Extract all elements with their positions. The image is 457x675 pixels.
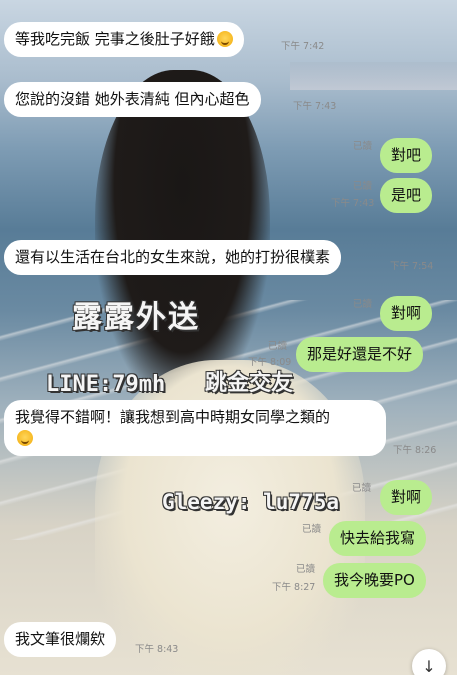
message-text: 那是好還是不好	[307, 345, 413, 363]
message-text: 等我吃完飯 完事之後肚子好餓	[15, 30, 215, 48]
message-bubble-incoming[interactable]: 我覺得不錯啊！讓我想到高中時期女同學之類的	[4, 400, 386, 456]
message-bubble-outgoing[interactable]: 對啊	[380, 296, 433, 331]
read-receipt: 已讀	[268, 341, 288, 352]
message-text: 我今晚要PO	[334, 571, 415, 589]
message-text: 對啊	[391, 304, 422, 322]
message-text: 我文筆很爛欸	[15, 630, 106, 648]
message-time: 下午 7:54	[390, 261, 434, 272]
message-bubble-incoming[interactable]: 還有以生活在台北的女生來說，她的打扮很樸素	[4, 240, 342, 275]
city-skyline	[290, 62, 457, 90]
message-time: 下午 7:43	[331, 198, 375, 209]
message-text: 是吧	[391, 186, 422, 204]
background-figure-hair	[95, 70, 270, 400]
message-bubble-outgoing[interactable]: 快去給我寫	[329, 521, 427, 556]
message-text: 對吧	[391, 146, 422, 164]
rofl-emoji-icon	[17, 430, 33, 446]
message-time: 下午 8:43	[135, 644, 179, 655]
read-receipt: 已讀	[352, 483, 372, 494]
message-time: 下午 8:27	[272, 582, 316, 593]
read-receipt: 已讀	[302, 524, 322, 535]
message-time: 下午 7:43	[293, 101, 337, 112]
message-text: 我覺得不錯啊！讓我想到高中時期女同學之類的	[15, 408, 331, 426]
message-bubble-outgoing[interactable]: 是吧	[380, 178, 433, 213]
message-time: 下午 7:42	[281, 41, 325, 52]
message-bubble-incoming[interactable]: 您說的沒錯 她外表清純 但內心超色	[4, 82, 261, 117]
message-time: 下午 8:09	[248, 357, 292, 368]
message-bubble-outgoing[interactable]: 對啊	[380, 480, 433, 515]
message-bubble-outgoing[interactable]: 我今晚要PO	[323, 563, 426, 598]
read-receipt: 已讀	[353, 181, 373, 192]
read-receipt: 已讀	[353, 299, 373, 310]
watermark-other: 跳金交友	[205, 371, 294, 396]
watermark-line: LINE:79mh	[46, 372, 166, 397]
watermark-brand: 露露外送	[72, 300, 200, 335]
message-bubble-incoming[interactable]: 我文筆很爛欸	[4, 622, 117, 657]
read-receipt: 已讀	[296, 564, 316, 575]
message-text: 對啊	[391, 488, 422, 506]
message-bubble-incoming[interactable]: 等我吃完飯 完事之後肚子好餓	[4, 22, 244, 57]
grin-sweat-emoji-icon	[216, 31, 233, 47]
message-text: 快去給我寫	[340, 529, 416, 547]
message-time: 下午 8:26	[393, 445, 437, 456]
watermark-gleezy: Gleezy: lu775a	[162, 490, 340, 514]
scroll-to-bottom-button[interactable]: ↓	[412, 649, 446, 675]
message-bubble-outgoing[interactable]: 對吧	[380, 138, 433, 173]
message-bubble-outgoing[interactable]: 那是好還是不好	[296, 337, 424, 372]
read-receipt: 已讀	[353, 141, 373, 152]
message-text: 還有以生活在台北的女生來說，她的打扮很樸素	[15, 248, 331, 266]
message-text: 您說的沒錯 她外表清純 但內心超色	[15, 90, 250, 108]
arrow-down-icon: ↓	[422, 656, 436, 675]
